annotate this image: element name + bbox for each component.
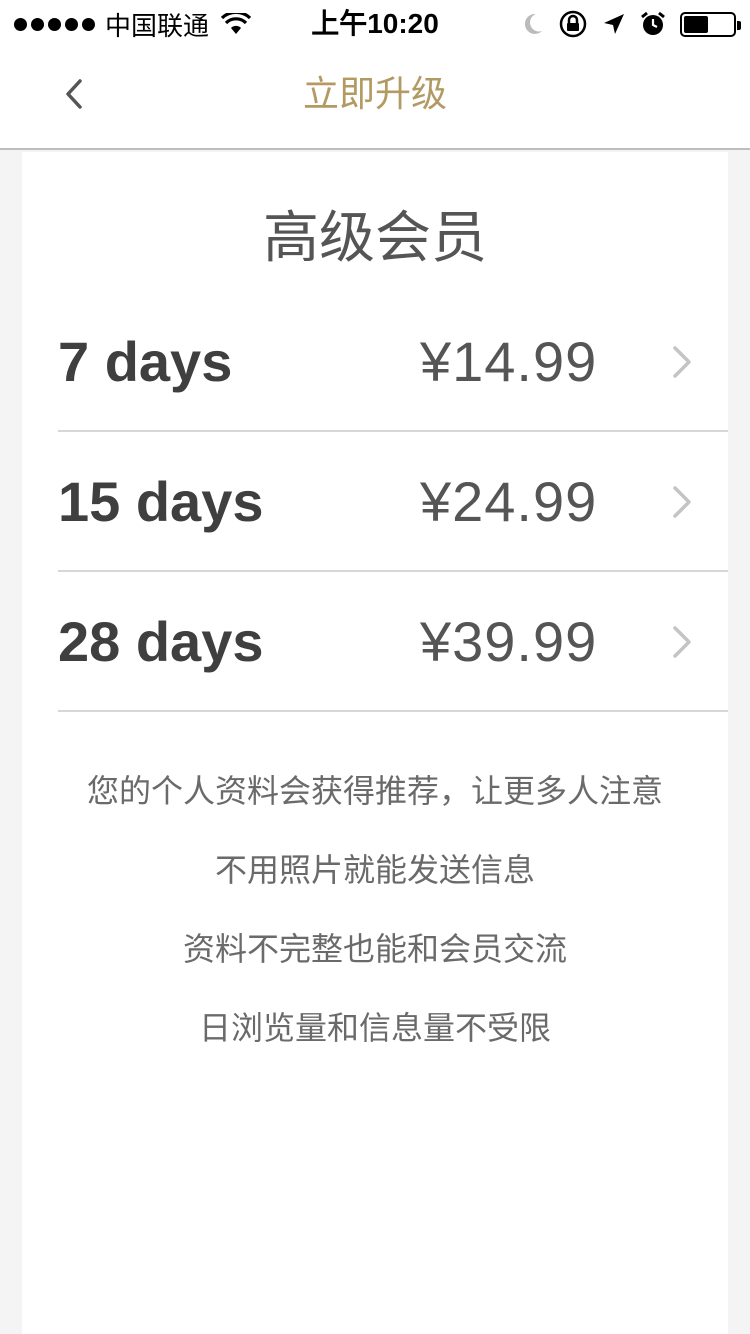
plan-price: ¥14.99 (420, 330, 598, 393)
navigation-bar: 立即升级 (0, 46, 750, 150)
feature-item: 不用照片就能发送信息 (214, 852, 535, 888)
rotation-lock-icon (559, 10, 587, 38)
chevron-right-icon (673, 626, 691, 658)
plan-price: ¥24.99 (420, 470, 598, 533)
feature-item: 日浏览量和信息量不受限 (198, 1010, 551, 1046)
feature-item: 您的个人资料会获得推荐，让更多人注意 (86, 773, 663, 809)
membership-title: 高级会员 (263, 206, 487, 269)
alarm-clock-icon (641, 11, 665, 35)
plan-duration: 15 days (58, 470, 264, 533)
plan-option-28-days[interactable]: 28 days ¥39.99 (58, 572, 728, 712)
page-title: 立即升级 (302, 73, 447, 114)
membership-card: 高级会员 7 days ¥14.99 15 days ¥24.99 28 day… (22, 152, 728, 1334)
status-bar: 中国联通 上午10:20 (0, 0, 750, 46)
battery-icon (680, 11, 741, 37)
moon-icon (524, 13, 542, 34)
location-arrow-icon (604, 14, 624, 34)
plan-option-7-days[interactable]: 7 days ¥14.99 (58, 292, 728, 432)
chevron-right-icon (673, 486, 691, 518)
status-icons (522, 8, 741, 40)
plan-list: 7 days ¥14.99 15 days ¥24.99 28 days ¥39… (58, 292, 728, 712)
plan-duration: 7 days (58, 330, 233, 393)
plan-price: ¥39.99 (420, 610, 598, 673)
plan-option-15-days[interactable]: 15 days ¥24.99 (58, 432, 728, 572)
feature-list: 您的个人资料会获得推荐，让更多人注意 不用照片就能发送信息 资料不完整也能和会员… (22, 752, 728, 1068)
chevron-right-icon (673, 346, 691, 378)
feature-item: 资料不完整也能和会员交流 (182, 931, 567, 967)
plan-duration: 28 days (58, 610, 264, 673)
